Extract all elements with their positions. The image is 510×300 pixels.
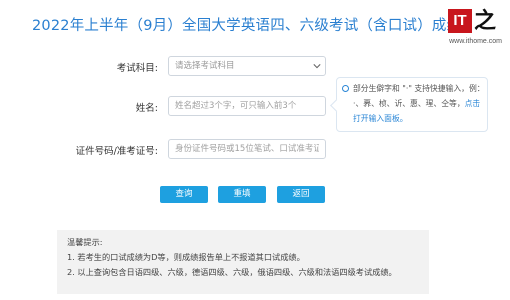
id-number-input[interactable] bbox=[168, 139, 326, 159]
logo-mark: IT bbox=[448, 9, 472, 33]
subject-label: 考试科目: bbox=[116, 63, 158, 74]
reset-button[interactable]: 重填 bbox=[218, 186, 266, 203]
input-tip-box: 部分生僻字和 "·" 支持快捷输入，例：·、奡、桢、䜣、惠、瑆、仝等，点击打开输… bbox=[336, 77, 488, 132]
ithome-logo: IT 之 bbox=[448, 3, 504, 41]
notice-item: 2. 以上查询包含日语四级、六级，德语四级、六级，俄语四级、六级和法语四级考试成… bbox=[67, 267, 397, 277]
notice-heading: 温馨提示: bbox=[67, 237, 103, 247]
tip-text: 部分生僻字和 "·" 支持快捷输入，例：·、奡、桢、䜣、惠、瑆、仝等， bbox=[353, 84, 481, 108]
name-label: 姓名: bbox=[135, 103, 158, 114]
page-title: 2022年上半年（9月）全国大学英语四、六级考试（含口试）成绩查询 bbox=[32, 18, 452, 34]
info-icon bbox=[342, 85, 349, 92]
logo-glyph: 之 bbox=[474, 8, 497, 34]
notice-box: 温馨提示: 1. 若考生的口试成绩为D等，则成绩报告单上不报道其口试成绩。 2.… bbox=[57, 230, 429, 294]
chevron-down-icon bbox=[313, 64, 321, 69]
query-button[interactable]: 查询 bbox=[160, 186, 208, 203]
subject-selected-value: 请选择考试科目 bbox=[175, 61, 235, 71]
subject-select[interactable]: 请选择考试科目 bbox=[168, 56, 326, 76]
name-input[interactable] bbox=[168, 96, 326, 116]
id-number-label: 证件号码/准考证号: bbox=[75, 146, 158, 157]
watermark-url: www.ithome.com bbox=[449, 38, 502, 45]
back-button[interactable]: 返回 bbox=[277, 186, 325, 203]
notice-item: 1. 若考生的口试成绩为D等，则成绩报告单上不报道其口试成绩。 bbox=[67, 252, 305, 262]
